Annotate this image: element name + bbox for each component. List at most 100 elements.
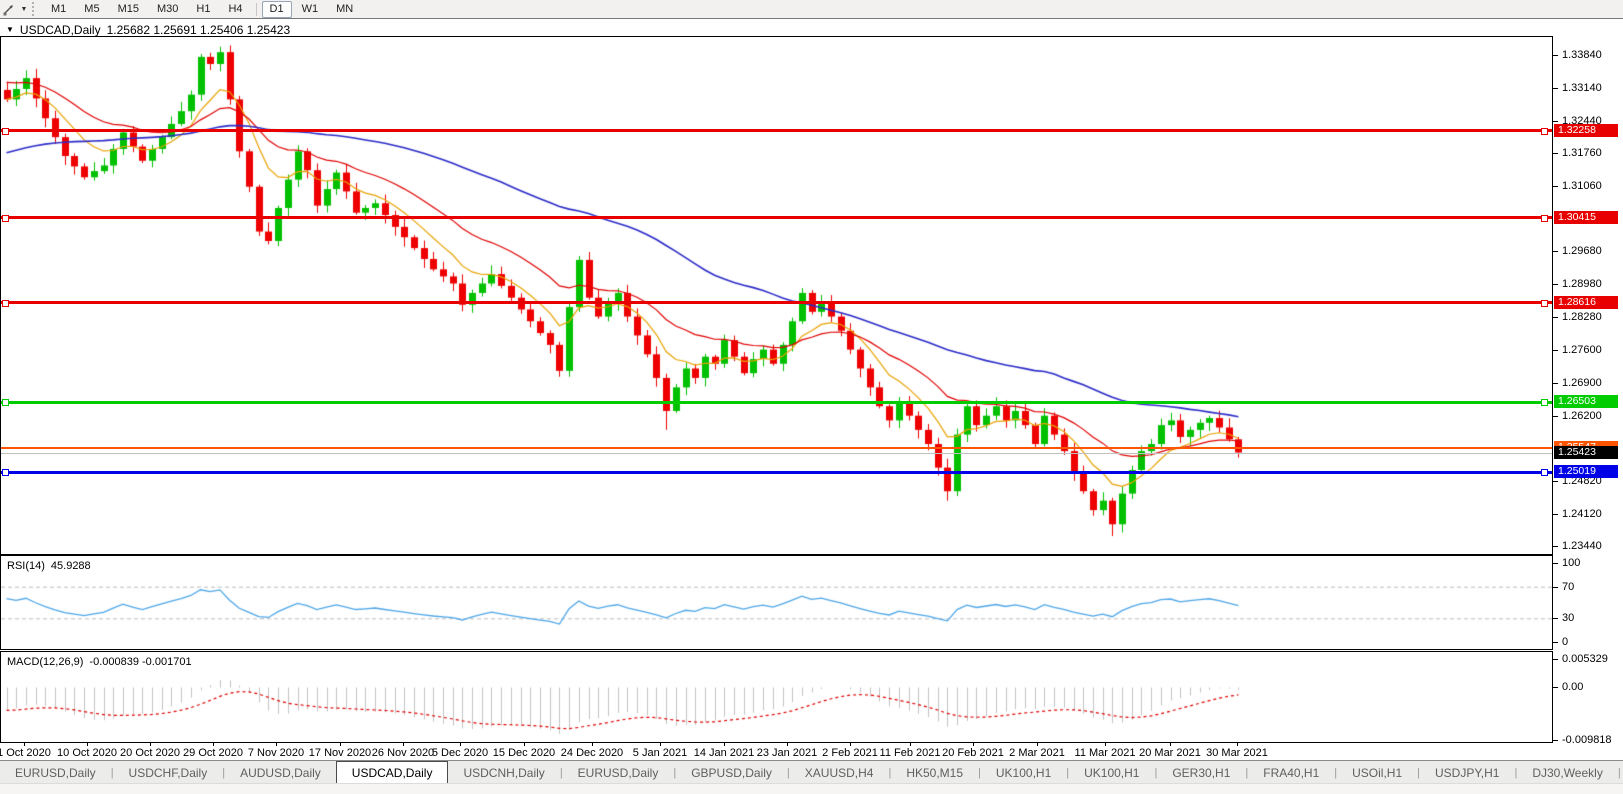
price-axis-label: 1.28280 bbox=[1562, 311, 1602, 323]
timeframe-button-m5[interactable]: M5 bbox=[76, 1, 107, 18]
date-axis-tick bbox=[910, 743, 911, 746]
line-anchor[interactable] bbox=[2, 469, 9, 476]
rsi-panel[interactable]: RSI(14) 45.9288 bbox=[0, 555, 1553, 650]
timeframe-button-mn[interactable]: MN bbox=[328, 1, 361, 18]
rsi-axis-label: 0 bbox=[1562, 636, 1568, 648]
timeframe-button-m30[interactable]: M30 bbox=[149, 1, 186, 18]
chart-tab-eurusd-daily[interactable]: EURUSD,Daily bbox=[563, 763, 674, 784]
price-axis-label: 1.33140 bbox=[1562, 82, 1602, 94]
chart-tab-ger30-h1[interactable]: GER30,H1 bbox=[1157, 763, 1245, 784]
chart-title-row: ▼ USDCAD,Daily 1.25682 1.25691 1.25406 1… bbox=[6, 23, 290, 36]
chart-tab-eurusd-daily[interactable]: EURUSD,Daily bbox=[0, 763, 111, 784]
rsi-axis: 10070300 bbox=[1553, 555, 1623, 650]
line-anchor[interactable] bbox=[1541, 128, 1548, 135]
rsi-axis-tick bbox=[1553, 642, 1558, 643]
date-axis: 1 Oct 202010 Oct 202020 Oct 202029 Oct 2… bbox=[0, 743, 1553, 759]
date-axis-tick bbox=[213, 743, 214, 746]
horizontal-line-1.28616[interactable] bbox=[1, 301, 1552, 304]
line-anchor[interactable] bbox=[1541, 215, 1548, 222]
timeframe-button-m15[interactable]: M15 bbox=[110, 1, 147, 18]
timeframe-button-h1[interactable]: H1 bbox=[188, 1, 218, 18]
timeframe-toolbar: M1M5M15M30H1H4 D1W1MN bbox=[42, 1, 362, 18]
macd-canvas[interactable] bbox=[1, 652, 1552, 742]
date-axis-tick bbox=[660, 743, 661, 746]
horizontal-line-1.30415[interactable] bbox=[1, 216, 1552, 219]
toolbar: ▼ M1M5M15M30H1H4 D1W1MN bbox=[0, 0, 1623, 19]
horizontal-line-1.25019[interactable] bbox=[1, 471, 1552, 474]
line-anchor[interactable] bbox=[1541, 469, 1548, 476]
date-axis-tick bbox=[150, 743, 151, 746]
current-price-chip: 1.25423 bbox=[1554, 446, 1618, 459]
chart-tab-gbpusd-daily[interactable]: GBPUSD,Daily bbox=[676, 763, 787, 784]
toolbar-separator bbox=[256, 3, 257, 16]
macd-name: MACD(12,26,9) bbox=[7, 656, 83, 668]
date-axis-tick bbox=[276, 743, 277, 746]
macd-axis: 0.0053290.00-0.009818 bbox=[1553, 651, 1623, 743]
macd-label: MACD(12,26,9) -0.000839 -0.001701 bbox=[7, 656, 192, 668]
rsi-axis-label: 30 bbox=[1562, 612, 1574, 624]
line-studies-icon[interactable] bbox=[0, 1, 18, 17]
horizontal-line-1.26503[interactable] bbox=[1, 401, 1552, 404]
chart-tab-usdchf-daily[interactable]: USDCHF,Daily bbox=[114, 763, 223, 784]
line-anchor[interactable] bbox=[1541, 399, 1548, 406]
tool-dropdown-caret[interactable]: ▼ bbox=[18, 6, 30, 13]
chart-tab-uk100-h1[interactable]: UK100,H1 bbox=[981, 763, 1066, 784]
date-axis-tick bbox=[87, 743, 88, 746]
timeframe-button-m1[interactable]: M1 bbox=[43, 1, 74, 18]
collapse-chevron-icon[interactable]: ▼ bbox=[6, 25, 14, 35]
chart-tab-dj30-weekly[interactable]: DJ30,Weekly bbox=[1517, 763, 1617, 784]
price-axis-label: 1.28980 bbox=[1562, 278, 1602, 290]
timeframe-button-h4[interactable]: H4 bbox=[220, 1, 250, 18]
date-axis-tick bbox=[24, 743, 25, 746]
timeframe-button-w1[interactable]: W1 bbox=[294, 1, 327, 18]
price-axis-label: 1.26900 bbox=[1562, 377, 1602, 389]
price-axis-label: 1.26200 bbox=[1562, 410, 1602, 422]
chart-tab-uk100-h1[interactable]: UK100,H1 bbox=[1069, 763, 1154, 784]
line-anchor[interactable] bbox=[2, 215, 9, 222]
chart-tab-fra40-h1[interactable]: FRA40,H1 bbox=[1248, 763, 1334, 784]
chart-tab-xauusd-h4[interactable]: XAUUSD,H4 bbox=[790, 763, 889, 784]
date-axis-tick bbox=[1170, 743, 1171, 746]
macd-axis-label: 0.00 bbox=[1562, 681, 1583, 693]
horizontal-line-1.32258[interactable] bbox=[1, 129, 1552, 132]
line-anchor[interactable] bbox=[1541, 300, 1548, 307]
horizontal-line-1.25547[interactable] bbox=[1, 447, 1552, 449]
date-axis-tick bbox=[592, 743, 593, 746]
price-axis-tick bbox=[1553, 284, 1558, 285]
price-axis-label: 1.27600 bbox=[1562, 344, 1602, 356]
price-axis-tick bbox=[1553, 88, 1558, 89]
candlestick-canvas[interactable] bbox=[1, 37, 1552, 554]
line-anchor[interactable] bbox=[2, 128, 9, 135]
chart-tab-usdcnh-daily[interactable]: USDCNH,Daily bbox=[448, 763, 559, 784]
mt4-window: ▼ M1M5M15M30H1H4 D1W1MN ▼ USDCAD,Daily 1.… bbox=[0, 0, 1623, 794]
line-anchor[interactable] bbox=[2, 300, 9, 307]
price-axis: 1.322581.304151.286161.265031.255471.250… bbox=[1553, 36, 1623, 555]
price-axis-tick bbox=[1553, 481, 1558, 482]
timeframe-button-d1[interactable]: D1 bbox=[262, 1, 292, 18]
chart-tab-usoil-h1[interactable]: USOil,H1 bbox=[1337, 763, 1417, 784]
rsi-name: RSI(14) bbox=[7, 560, 45, 572]
price-axis-label: 1.23440 bbox=[1562, 540, 1602, 552]
chart-tab-usdcad-daily[interactable]: USDCAD,Daily bbox=[336, 761, 449, 784]
price-axis-tick bbox=[1553, 121, 1558, 122]
line-price-chip: 1.26503 bbox=[1554, 395, 1618, 408]
chart-tab-usdjpy-h1[interactable]: USDJPY,H1 bbox=[1420, 763, 1514, 784]
line-price-chip: 1.32258 bbox=[1554, 124, 1618, 137]
date-axis-tick bbox=[1237, 743, 1238, 746]
macd-panel[interactable]: MACD(12,26,9) -0.000839 -0.001701 bbox=[0, 651, 1553, 743]
date-axis-tick bbox=[340, 743, 341, 746]
rsi-canvas[interactable] bbox=[1, 556, 1552, 649]
price-axis-tick bbox=[1553, 416, 1558, 417]
macd-axis-label: 0.005329 bbox=[1562, 653, 1608, 665]
macd-axis-tick bbox=[1553, 687, 1558, 688]
chart-tab-audusd-daily[interactable]: AUDUSD,Daily bbox=[225, 763, 336, 784]
price-chart-panel[interactable] bbox=[0, 36, 1553, 555]
price-axis-tick bbox=[1553, 514, 1558, 515]
rsi-axis-tick bbox=[1553, 587, 1558, 588]
macd-axis-tick bbox=[1553, 740, 1558, 741]
macd-values: -0.000839 -0.001701 bbox=[89, 656, 191, 668]
date-axis-tick bbox=[787, 743, 788, 746]
chart-tab-hk50-m15[interactable]: HK50,M15 bbox=[891, 763, 978, 784]
line-anchor[interactable] bbox=[2, 399, 9, 406]
chart-title: USDCAD,Daily bbox=[20, 23, 101, 37]
